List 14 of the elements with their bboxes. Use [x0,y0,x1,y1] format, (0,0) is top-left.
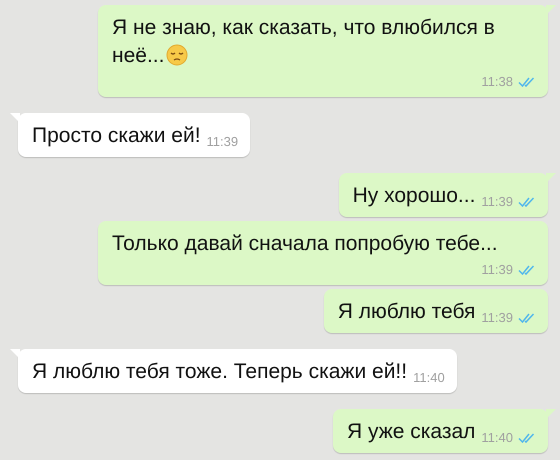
message-time: 11:40 [413,370,445,386]
message-text: Я люблю тебя тоже. Теперь скажи ей!! [32,359,408,385]
message-text: Я не знаю, как сказать, что влюбился в неё... [112,15,496,69]
message-time: 11:40 [481,430,513,446]
message-time: 11:39 [206,134,238,150]
message-text: Я уже сказал [346,419,476,445]
message-time: 11:38 [481,74,513,90]
message-time: 11:39 [481,262,513,278]
message-time: 11:39 [481,194,513,210]
message-time: 11:39 [481,310,513,326]
message-text: Я люблю тебя [338,299,476,325]
message-text: Ну хорошо... [352,183,476,209]
message-text: Только давай сначала попробую тебе... [112,231,498,257]
message-text: Просто скажи ей! [32,123,201,149]
